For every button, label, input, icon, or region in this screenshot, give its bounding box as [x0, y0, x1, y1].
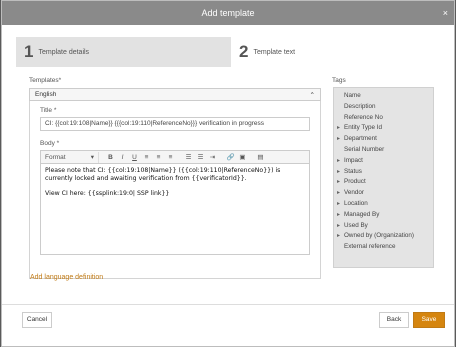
- align-left-icon[interactable]: ≡: [141, 154, 152, 161]
- link-icon[interactable]: 🔗: [225, 153, 236, 161]
- bullet-list-icon[interactable]: ☰: [183, 153, 194, 161]
- body-label: Body *: [40, 140, 60, 147]
- cancel-button[interactable]: Cancel: [22, 312, 52, 328]
- body-editor[interactable]: Please note that CI: {{col:19:108|Name}}…: [40, 163, 310, 255]
- step-label: Template details: [38, 48, 90, 56]
- templates-label: Templates*: [29, 77, 62, 84]
- step-number: 1: [24, 42, 34, 61]
- align-center-icon[interactable]: ≡: [153, 154, 164, 161]
- tag-item[interactable]: Managed By: [334, 210, 433, 221]
- caret-down-icon: ▾: [90, 154, 94, 161]
- body-paragraph: Please note that CI: {{col:19:108|Name}}…: [45, 167, 281, 182]
- title-input[interactable]: CI: {{col:19:108|Name}} {{{col:19:110|Re…: [40, 117, 310, 131]
- language-value: English: [35, 91, 57, 98]
- underline-button[interactable]: U: [129, 154, 140, 161]
- italic-button[interactable]: I: [117, 154, 128, 161]
- numbered-list-icon[interactable]: ☰: [195, 153, 206, 161]
- tag-item[interactable]: Owned by (Organization): [334, 231, 433, 242]
- close-icon[interactable]: ×: [443, 1, 448, 25]
- tag-item[interactable]: Description: [334, 102, 433, 113]
- tags-panel: Name Description Reference No Entity Typ…: [333, 87, 434, 268]
- image-icon[interactable]: ▣: [237, 153, 248, 161]
- language-selector[interactable]: English ⌃: [29, 88, 321, 101]
- back-button[interactable]: Back: [379, 312, 409, 328]
- save-button[interactable]: Save: [413, 312, 445, 328]
- step-template-details[interactable]: 1 Template details: [16, 37, 231, 67]
- tag-item[interactable]: Reference No: [334, 113, 433, 124]
- tag-item[interactable]: Status: [334, 167, 433, 178]
- format-dropdown[interactable]: Format ▾: [41, 151, 99, 163]
- editor-toolbar: Format ▾ B I U ≡ ≡ ≡ ☰ ☰ ⇥ 🔗 ▣ ▤: [40, 150, 310, 163]
- tag-item[interactable]: Name: [334, 91, 433, 102]
- tag-item[interactable]: Used By: [334, 221, 433, 232]
- wizard-steps: 1 Template details 2 Template text: [16, 37, 446, 67]
- align-right-icon[interactable]: ≡: [165, 154, 176, 161]
- tag-item[interactable]: Vendor: [334, 188, 433, 199]
- title-label: Title *: [40, 107, 57, 114]
- bold-button[interactable]: B: [105, 154, 116, 161]
- tag-item[interactable]: External reference: [334, 242, 433, 253]
- template-editor-section: Templates* English ⌃ Title * CI: {{col:1…: [29, 77, 321, 279]
- step-number: 2: [239, 42, 249, 61]
- chevron-up-icon[interactable]: ⌃: [310, 91, 315, 99]
- dialog-title: Add template: [201, 8, 255, 18]
- tag-item[interactable]: Entity Type Id: [334, 123, 433, 134]
- add-template-dialog: Add template × 1 Template details 2 Temp…: [1, 0, 455, 347]
- tag-item[interactable]: Location: [334, 199, 433, 210]
- language-panel: Title * CI: {{col:19:108|Name}} {{{col:1…: [29, 101, 321, 279]
- add-language-link[interactable]: Add language definition: [30, 274, 103, 281]
- indent-icon[interactable]: ⇥: [207, 153, 218, 161]
- tag-item[interactable]: Impact: [334, 156, 433, 167]
- tags-label: Tags: [332, 77, 346, 84]
- tag-item[interactable]: Serial Number: [334, 145, 433, 156]
- footer-divider: [2, 304, 454, 305]
- format-label: Format: [45, 153, 66, 161]
- tag-item[interactable]: Department: [334, 134, 433, 145]
- step-template-text[interactable]: 2 Template text: [231, 37, 446, 67]
- body-paragraph: View CI here: {{ssplink:19:0| SSP link}}: [45, 190, 170, 197]
- source-icon[interactable]: ▤: [255, 153, 266, 161]
- tag-item[interactable]: Product: [334, 177, 433, 188]
- step-label: Template text: [253, 48, 296, 56]
- dialog-titlebar: Add template ×: [2, 1, 454, 25]
